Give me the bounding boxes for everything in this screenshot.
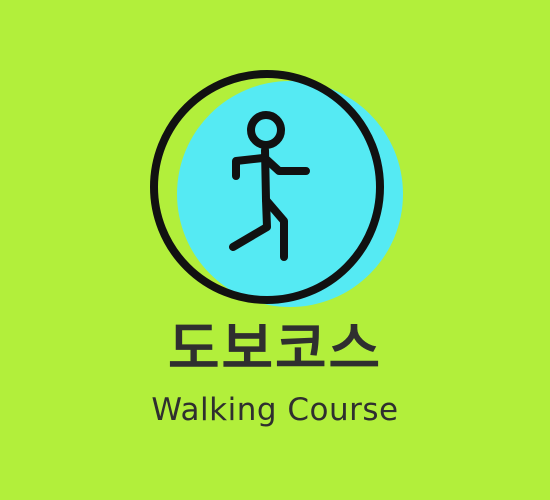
title-korean: 도보코스 xyxy=(167,317,383,382)
walking-person-icon xyxy=(150,70,403,307)
walking-course-logo: 도보코스 Walking Course xyxy=(0,0,550,500)
cyan-circle xyxy=(177,81,403,307)
title-english: Walking Course xyxy=(151,392,399,428)
logo-mark xyxy=(145,70,405,310)
